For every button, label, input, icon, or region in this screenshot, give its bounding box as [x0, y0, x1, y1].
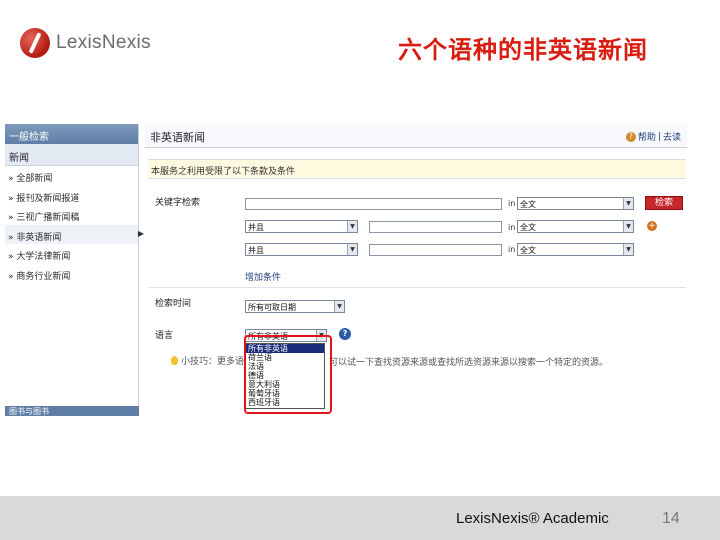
slide-title: 六个语种的非英语新闻 [398, 36, 648, 64]
app-screenshot: 一般检索 新闻 » 全部新闻 » 报刊及新闻报道 » 三视广播新闻稿 » 非英语… [5, 124, 687, 416]
chevron-down-icon: ▼ [347, 221, 357, 232]
page-number: 14 [662, 510, 680, 527]
info-icon[interactable]: ? [339, 328, 351, 340]
chevron-down-icon: ▼ [623, 198, 633, 209]
search-button[interactable]: 检索 [645, 196, 683, 210]
in-label-1: in [508, 199, 516, 208]
in-label-3: in [508, 245, 516, 254]
language-label: 语言 [155, 331, 174, 341]
connector-select-3[interactable]: 并且 ▼ [245, 243, 358, 256]
sidebar-section-title: 新闻 [5, 144, 138, 166]
main-header: 非英语新闻 ? 帮助 | 去读 [145, 124, 687, 148]
highlight-box [244, 335, 332, 414]
tip-text: 小技巧：更多语 [181, 357, 245, 367]
sidebar-item-business-news[interactable]: » 商务行业新闻 [5, 264, 138, 284]
scope-select-1[interactable]: 全文 ▼ [517, 197, 634, 210]
lexisnexis-logo-icon [20, 28, 50, 58]
chevron-down-icon: ▼ [623, 221, 633, 232]
sidebar-item-label: » 非英语新闻 [8, 232, 62, 243]
tip-text-tail: 可以试一下查找资源来源或查找所选资源来源以搜索一个特定的资源。 [329, 358, 609, 368]
sidebar-item-broadcast[interactable]: » 三视广播新闻稿 [5, 205, 138, 225]
date-label: 检索时间 [155, 299, 192, 309]
sidebar-item-newspapers[interactable]: » 报刊及新闻报道 [5, 186, 138, 206]
sidebar-bottom-tab[interactable]: 图书与图书 [5, 406, 139, 416]
keyword-input-3[interactable] [369, 244, 502, 256]
add-row-icon[interactable]: + [647, 221, 657, 231]
chevron-down-icon: ▼ [347, 244, 357, 255]
arrow-right-icon: ▶ [137, 228, 144, 238]
footer-brand: LexisNexis® Academic [456, 510, 609, 527]
scope-select-2[interactable]: 全文 ▼ [517, 220, 634, 233]
connector-select-2[interactable]: 并且 ▼ [245, 220, 358, 233]
help-links: ? 帮助 | 去读 [625, 130, 681, 143]
add-condition-link[interactable]: 增加条件 [245, 270, 281, 283]
in-label-2: in [508, 223, 516, 232]
sidebar-item-law-news[interactable]: » 大学法律新闻 [5, 244, 138, 264]
help-icon[interactable]: ? [625, 131, 636, 142]
chevron-down-icon: ▼ [334, 301, 344, 312]
divider [148, 287, 686, 288]
sidebar-item-all-news[interactable]: » 全部新闻 [5, 166, 138, 186]
scope-select-3[interactable]: 全文 ▼ [517, 243, 634, 256]
page-title: 非英语新闻 [150, 131, 205, 144]
keyword-input-2[interactable] [369, 221, 502, 233]
chevron-down-icon: ▼ [623, 244, 633, 255]
logo-text: LexisNexis [56, 32, 151, 53]
terms-notice[interactable]: 本服务之利用受限了以下条款及条件 [148, 159, 686, 179]
lightbulb-icon [171, 356, 178, 365]
help-link[interactable]: 帮助 [638, 130, 656, 143]
keyword-input-1[interactable] [245, 198, 502, 210]
date-select[interactable]: 所有可取日期 ▼ [245, 300, 345, 313]
sidebar-item-non-english-news[interactable]: » 非英语新闻 ▶ [5, 224, 144, 244]
keyword-label: 关键字检索 [155, 198, 201, 208]
lexisnexis-logo: LexisNexis [20, 28, 151, 58]
close-link[interactable]: 去读 [663, 130, 681, 143]
main-panel: 非英语新闻 ? 帮助 | 去读 本服务之利用受限了以下条款及条件 关键字检索 i… [145, 124, 687, 416]
sidebar: 一般检索 新闻 » 全部新闻 » 报刊及新闻报道 » 三视广播新闻稿 » 非英语… [5, 124, 144, 416]
slide-footer: LexisNexis® Academic 14 [0, 496, 720, 540]
sidebar-top-tab[interactable]: 一般检索 [5, 124, 138, 144]
